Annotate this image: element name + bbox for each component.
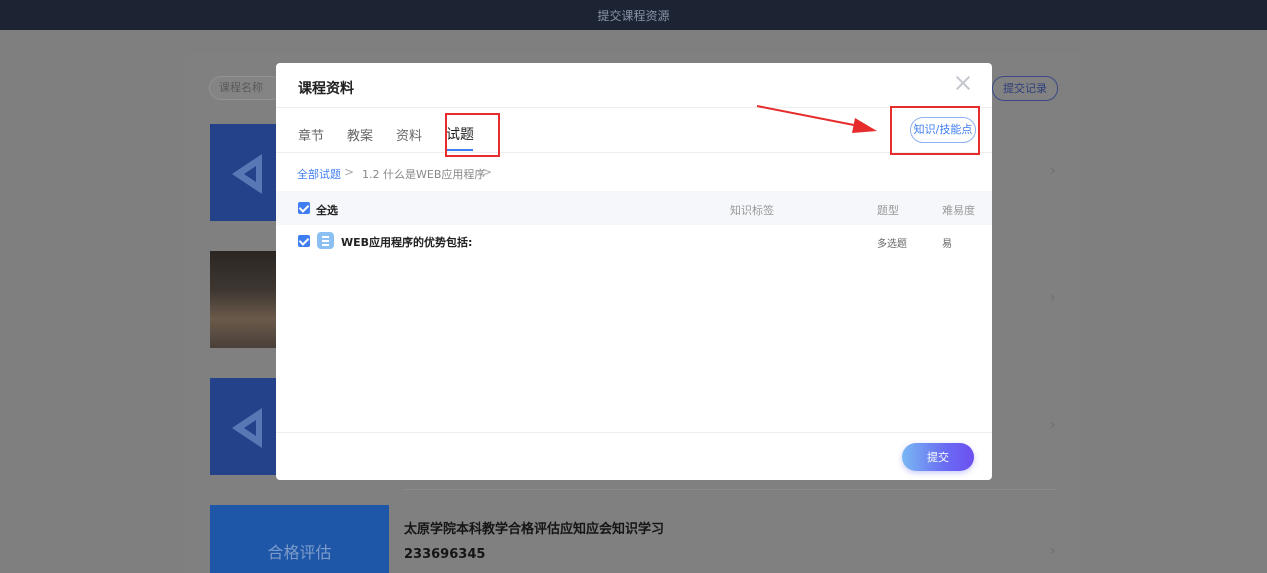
column-header-tag: 知识标签 [730,204,774,217]
course-thumbnail[interactable] [210,378,280,475]
course-thumbnail-evaluation[interactable]: 合格评估 [210,505,389,573]
course-item-number: 233696345 [404,547,486,562]
column-header-type: 题型 [877,204,899,217]
annotation-box-knowledge-button [890,106,980,155]
annotation-arrow-icon [756,105,877,133]
question-list-icon [317,232,334,249]
top-bar: 提交课程资源 [0,0,1267,30]
select-all-checkbox[interactable] [298,202,310,214]
row-checkbox[interactable] [298,235,310,247]
close-icon[interactable] [955,75,971,91]
chevron-right-icon[interactable]: › [1050,290,1056,306]
evaluation-card-text: 合格评估 [267,543,332,562]
chevron-right-icon[interactable]: › [1050,417,1056,433]
question-text[interactable]: WEB应用程序的优势包括: [341,234,472,250]
question-difficulty: 易 [942,239,952,250]
tab-lesson-plan[interactable]: 教案 [347,125,373,144]
tab-chapter[interactable]: 章节 [298,125,324,144]
course-item-title[interactable]: 太原学院本科教学合格评估应知应会知识学习 [404,518,664,537]
breadcrumb-root[interactable]: 全部试题 [297,166,341,182]
course-thumbnail[interactable] [210,124,280,221]
divider [276,432,992,433]
divider [404,489,1056,490]
question-type: 多选题 [877,239,907,250]
breadcrumb-separator: > [344,165,355,179]
breadcrumb-current[interactable]: 1.2 什么是WEB应用程序 [362,166,485,182]
tab-materials[interactable]: 资料 [396,125,422,144]
column-header-difficulty: 难易度 [942,204,975,217]
course-thumbnail[interactable] [210,251,280,348]
breadcrumb-separator: > [482,165,493,179]
divider [276,152,992,153]
submit-record-button[interactable]: 提交记录 [992,76,1058,101]
dialog-title: 课程资料 [298,81,354,97]
submit-button[interactable]: 提交 [902,443,974,471]
select-all-label[interactable]: 全选 [316,202,338,218]
annotation-box-questions-tab [445,113,500,157]
chevron-right-icon[interactable]: › [1050,543,1056,559]
page-title: 提交课程资源 [597,9,670,23]
chevron-right-icon[interactable]: › [1050,163,1056,179]
table-header: 全选 知识标签 题型 难易度 [276,191,992,225]
course-search-input[interactable]: 课程名称 [209,76,283,100]
